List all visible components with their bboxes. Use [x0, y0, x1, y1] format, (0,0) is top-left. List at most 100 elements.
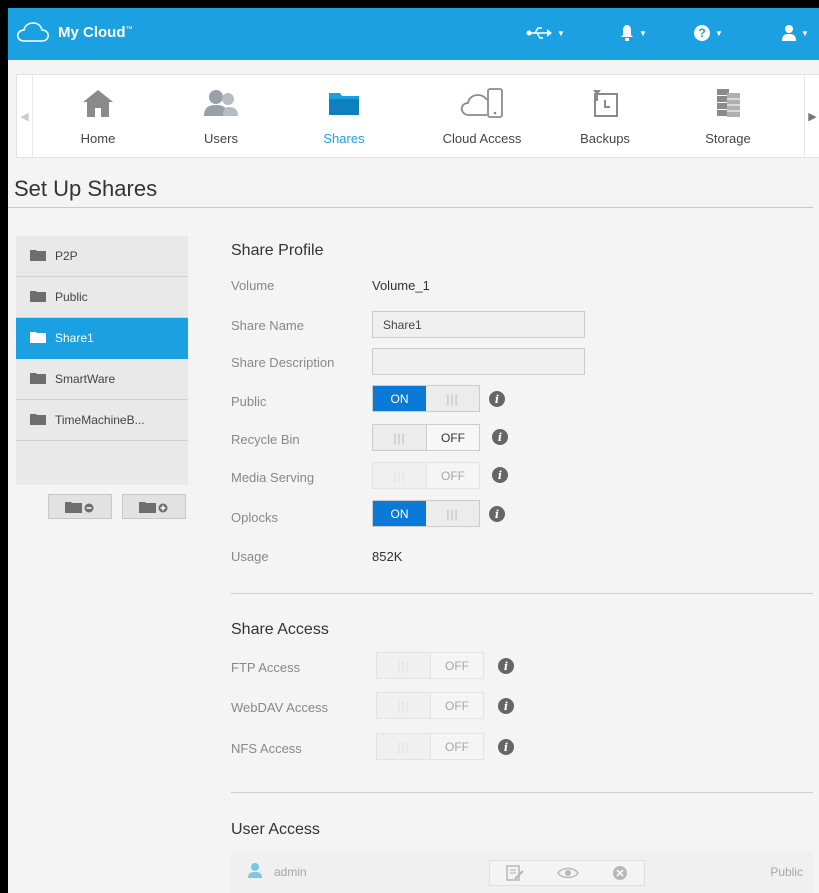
ftp-access-label: FTP Access: [231, 660, 301, 675]
toggle-off-state: OFF: [426, 463, 479, 488]
chevron-down-icon: ▼: [639, 28, 647, 38]
nav-label: Home: [80, 131, 116, 146]
info-icon[interactable]: i: [489, 391, 505, 407]
bell-icon: [621, 25, 633, 41]
nav-item-backups[interactable]: Backups: [550, 75, 660, 157]
nav-scroll-right[interactable]: ▶: [804, 75, 819, 157]
share-item-smartware[interactable]: SmartWare: [16, 359, 188, 400]
media-serving-toggle[interactable]: ||| OFF: [372, 462, 480, 489]
usage-label: Usage: [231, 549, 269, 564]
info-icon[interactable]: i: [492, 429, 508, 445]
user-access-row: admin Public: [231, 851, 813, 893]
user-icon: [782, 25, 796, 41]
nav-label: Backups: [580, 131, 630, 146]
folder-remove-icon: [65, 501, 94, 513]
edit-icon[interactable]: [506, 865, 525, 881]
usb-icon: [526, 27, 552, 39]
share-item-label: Share1: [55, 331, 94, 345]
share-list: P2P Public Share1 SmartWare TimeMachineB…: [16, 236, 188, 485]
delete-share-button[interactable]: [48, 494, 112, 519]
share-access-heading: Share Access: [231, 621, 329, 638]
divider: [231, 792, 813, 793]
folder-icon: [30, 290, 46, 305]
info-icon[interactable]: i: [498, 698, 514, 714]
folder-icon: [30, 249, 46, 264]
divider: [8, 207, 813, 208]
help-icon: ?: [694, 25, 710, 41]
chevron-right-icon: ▶: [808, 110, 817, 123]
home-icon: [83, 90, 113, 117]
page-title: Set Up Shares: [14, 176, 158, 201]
folder-icon: [30, 331, 46, 346]
cloud-access-icon: [460, 88, 503, 118]
nav-label: Storage: [705, 131, 751, 146]
chevron-left-icon: ◀: [20, 110, 29, 123]
share-description-field[interactable]: [372, 348, 585, 375]
share-item-public[interactable]: Public: [16, 277, 188, 318]
share-description-label: Share Description: [231, 355, 335, 370]
top-bar: My Cloud™ ▼ ▼ ? ▼ ▼: [8, 8, 819, 60]
webdav-access-toggle[interactable]: ||| OFF: [376, 692, 484, 719]
users-icon: [204, 90, 238, 116]
add-share-button[interactable]: [122, 494, 186, 519]
nav-item-home[interactable]: Home: [43, 75, 153, 157]
toggle-off-state: OFF: [426, 425, 479, 450]
user-menu[interactable]: ▼: [782, 22, 809, 44]
share-item-share1[interactable]: Share1: [16, 318, 188, 359]
app-name: My Cloud: [58, 23, 126, 41]
media-serving-label: Media Serving: [231, 470, 315, 485]
recycle-bin-label: Recycle Bin: [231, 432, 300, 447]
user-access-heading: User Access: [231, 821, 320, 838]
toggle-on-state: ON: [373, 386, 426, 411]
user-access-actions: [489, 860, 645, 886]
oplocks-label: Oplocks: [231, 510, 278, 525]
oplocks-toggle[interactable]: ON |||: [372, 500, 480, 527]
share-profile-heading: Share Profile: [231, 242, 324, 259]
public-toggle[interactable]: ON |||: [372, 385, 480, 412]
toggle-grip: |||: [426, 501, 479, 526]
toggle-off-state: OFF: [430, 653, 483, 678]
volume-label: Volume: [231, 278, 275, 293]
nav-item-storage[interactable]: Storage: [673, 75, 783, 157]
nav-scroll-left[interactable]: ◀: [17, 75, 33, 157]
share-item-label: P2P: [55, 249, 78, 263]
user-permission: Public: [770, 865, 803, 879]
folder-add-icon: [139, 501, 168, 513]
share-item-p2p[interactable]: P2P: [16, 236, 188, 277]
folder-icon: [30, 372, 46, 387]
recycle-bin-toggle[interactable]: ||| OFF: [372, 424, 480, 451]
eye-icon[interactable]: [557, 866, 579, 880]
nfs-access-toggle[interactable]: ||| OFF: [376, 733, 484, 760]
webdav-access-label: WebDAV Access: [231, 700, 329, 715]
nav-item-shares[interactable]: Shares: [289, 75, 399, 157]
toggle-grip: |||: [373, 463, 426, 488]
nav-label: Users: [204, 131, 238, 146]
toggle-off-state: OFF: [430, 693, 483, 718]
share-name-label: Share Name: [231, 318, 304, 333]
help-menu[interactable]: ? ▼: [694, 22, 723, 44]
toggle-grip: |||: [426, 386, 479, 411]
chevron-down-icon: ▼: [557, 28, 565, 38]
nav-item-cloud-access[interactable]: Cloud Access: [427, 75, 537, 157]
usage-value: 852K: [372, 549, 403, 564]
usb-menu[interactable]: ▼: [526, 22, 565, 44]
user-name: admin: [274, 865, 307, 879]
info-icon[interactable]: i: [498, 739, 514, 755]
trademark: ™: [125, 25, 133, 33]
ftp-access-toggle[interactable]: ||| OFF: [376, 652, 484, 679]
nav-label: Shares: [323, 131, 365, 146]
nav-item-users[interactable]: Users: [166, 75, 276, 157]
share-item-label: TimeMachineB...: [55, 413, 145, 427]
alerts-menu[interactable]: ▼: [620, 22, 647, 44]
main-nav: ◀ Home Users Shares Cloud Access Backups…: [16, 74, 819, 158]
nfs-access-label: NFS Access: [231, 741, 302, 756]
info-icon[interactable]: i: [492, 467, 508, 483]
toggle-grip: |||: [373, 425, 426, 450]
deny-icon[interactable]: [612, 865, 628, 881]
info-icon[interactable]: i: [489, 506, 505, 522]
cloud-logo-icon: [16, 22, 49, 42]
share-item-timemachine[interactable]: TimeMachineB...: [16, 400, 188, 441]
logo[interactable]: My Cloud™: [16, 21, 133, 43]
share-name-field[interactable]: [372, 311, 585, 338]
info-icon[interactable]: i: [498, 658, 514, 674]
